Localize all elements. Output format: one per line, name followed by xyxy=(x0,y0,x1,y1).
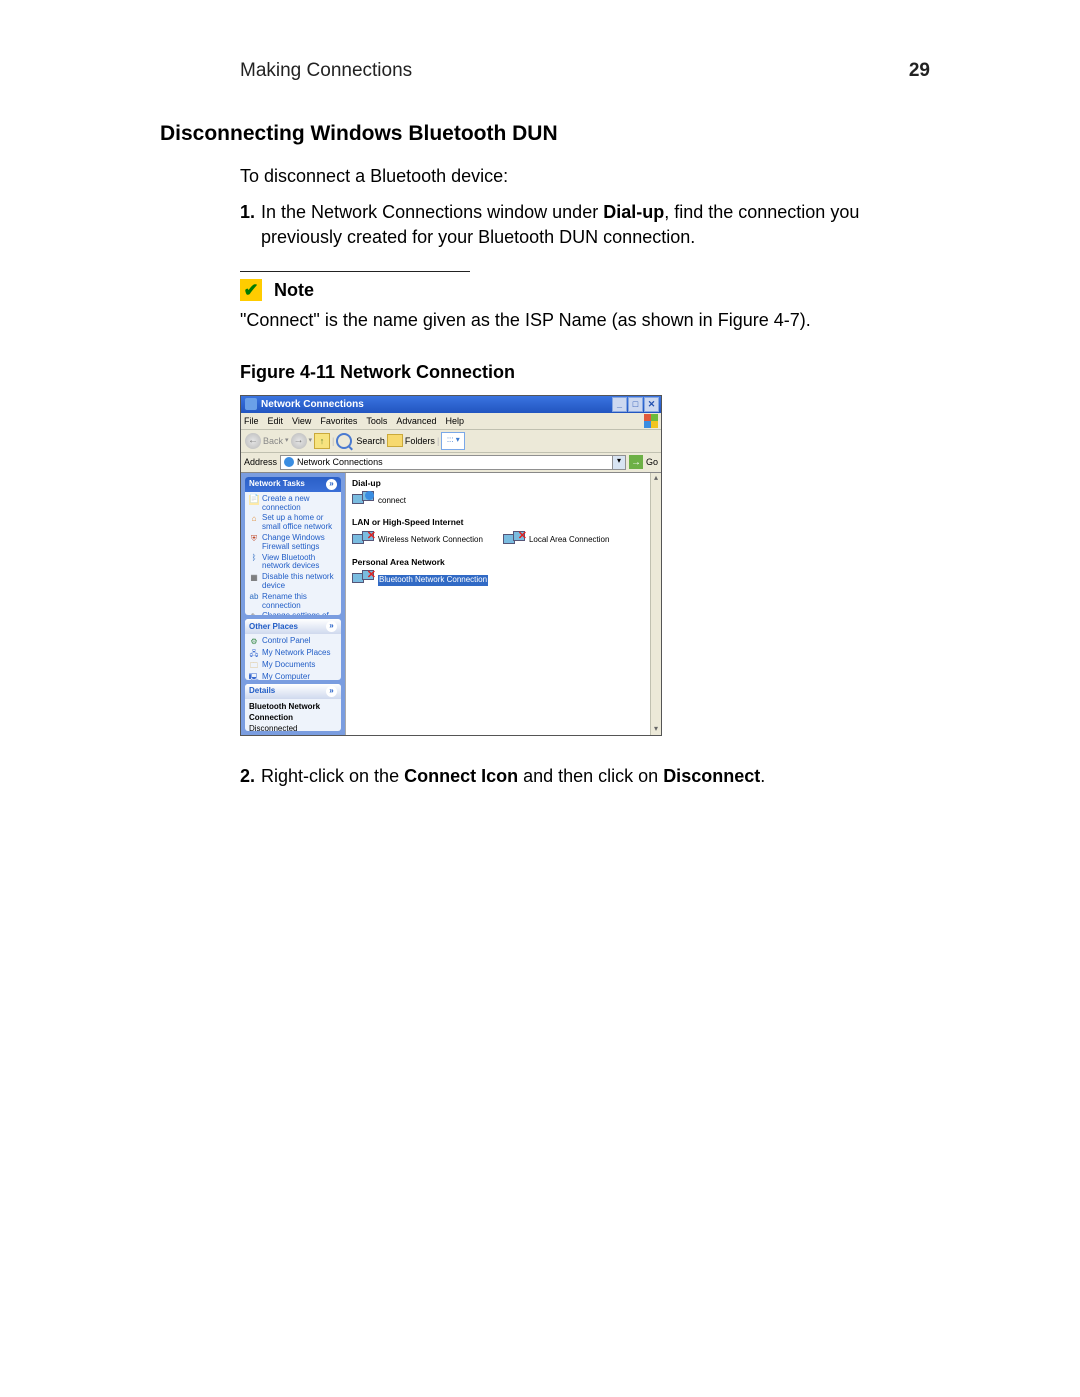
document-page: Making Connections 29 Disconnecting Wind… xyxy=(0,0,1080,1397)
collapse-icon: » xyxy=(326,479,337,490)
scrollbar[interactable]: ▴▾ xyxy=(650,473,661,735)
back-button[interactable]: ← Back ▾ xyxy=(245,433,289,449)
panel-header-tasks[interactable]: Network Tasks » xyxy=(245,477,341,492)
details-name: Bluetooth Network Connection xyxy=(249,702,337,724)
back-arrow-icon: ← xyxy=(245,433,261,449)
note-header: ✔ Note xyxy=(240,278,930,302)
menu-edit[interactable]: Edit xyxy=(268,415,284,427)
up-button[interactable]: ↑ xyxy=(314,433,330,449)
address-dropdown[interactable]: ▾ xyxy=(612,456,625,469)
note-label: Note xyxy=(274,278,314,302)
menu-view[interactable]: View xyxy=(292,415,311,427)
panel-details: Details » Bluetooth Network Connection D… xyxy=(245,684,341,731)
page-header: Making Connections 29 xyxy=(160,60,930,82)
menu-file[interactable]: File xyxy=(244,415,259,427)
check-icon: ✔ xyxy=(240,279,262,301)
intro-text: To disconnect a Bluetooth device: xyxy=(240,164,930,188)
group-dialup-header: Dial-up xyxy=(352,478,655,489)
panel-network-tasks: Network Tasks » 📄Create a new connection… xyxy=(245,477,341,616)
window-titlebar[interactable]: Network Connections _ □ ✕ xyxy=(241,396,661,413)
place-control-panel[interactable]: ⚙Control Panel xyxy=(249,637,337,647)
place-my-computer[interactable]: 🖳My Computer xyxy=(249,673,337,680)
menu-help[interactable]: Help xyxy=(445,415,464,427)
collapse-icon: » xyxy=(326,621,337,632)
titlebar-icon xyxy=(245,398,257,410)
panel-header-details[interactable]: Details » xyxy=(245,684,341,699)
place-my-network[interactable]: 🖧My Network Places xyxy=(249,649,337,659)
address-input[interactable]: Network Connections ▾ xyxy=(280,455,626,470)
panel-other-places: Other Places » ⚙Control Panel 🖧My Networ… xyxy=(245,619,341,680)
go-button[interactable]: → xyxy=(629,455,643,469)
connection-wireless[interactable]: ✕ Wireless Network Connection xyxy=(352,531,483,551)
connection-bluetooth-pan[interactable]: ✕ Bluetooth Network Connection xyxy=(352,570,488,590)
task-change-settings[interactable]: ✎Change settings of this connection xyxy=(249,612,337,615)
disconnected-x-icon: ✕ xyxy=(367,568,376,583)
task-setup-network[interactable]: ⌂Set up a home or small office network xyxy=(249,514,337,532)
bluetooth-connection-icon: ✕ xyxy=(352,570,374,590)
note-text: "Connect" is the name given as the ISP N… xyxy=(240,308,930,332)
wireless-connection-icon: ✕ xyxy=(352,531,374,551)
task-view-bluetooth[interactable]: ᛒView Bluetooth network devices xyxy=(249,554,337,572)
task-create-connection[interactable]: 📄Create a new connection xyxy=(249,495,337,513)
group-pan-header: Personal Area Network xyxy=(352,557,655,568)
maximize-button[interactable]: □ xyxy=(628,397,643,412)
content-pane: ▴▾ Dial-up connect LAN or High-Speed Int… xyxy=(345,473,661,735)
figure-caption: Figure 4-11 Network Connection xyxy=(240,360,930,384)
tasks-pane: Network Tasks » 📄Create a new connection… xyxy=(241,473,345,735)
page-number: 29 xyxy=(909,60,930,82)
search-icon xyxy=(336,433,352,449)
menu-advanced[interactable]: Advanced xyxy=(396,415,436,427)
connection-local-area[interactable]: ✕ Local Area Connection xyxy=(503,531,610,551)
forward-button[interactable]: → ▾ xyxy=(291,433,313,449)
window-body: Network Tasks » 📄Create a new connection… xyxy=(241,473,661,735)
step-2: 2. Right-click on the Connect Icon and t… xyxy=(240,764,930,788)
chapter-title: Making Connections xyxy=(160,60,412,82)
disconnected-x-icon: ✕ xyxy=(367,529,376,544)
address-bar: Address Network Connections ▾ → Go xyxy=(241,453,661,473)
group-lan-header: LAN or High-Speed Internet xyxy=(352,517,655,528)
search-button[interactable]: Search xyxy=(336,433,385,449)
collapse-icon: » xyxy=(326,686,337,697)
lan-connection-icon: ✕ xyxy=(503,531,525,551)
note-divider xyxy=(240,271,470,272)
windows-logo-icon xyxy=(644,414,658,428)
close-button[interactable]: ✕ xyxy=(644,397,659,412)
task-rename[interactable]: abRename this connection xyxy=(249,593,337,611)
folders-button[interactable]: Folders xyxy=(387,434,435,447)
dun-connection-icon xyxy=(352,491,374,511)
step-1: 1. In the Network Connections window und… xyxy=(240,200,930,249)
minimize-button[interactable]: _ xyxy=(612,397,627,412)
globe-icon xyxy=(284,457,294,467)
window-title: Network Connections xyxy=(261,398,364,412)
connection-connect[interactable]: connect xyxy=(352,491,406,511)
section-heading: Disconnecting Windows Bluetooth DUN xyxy=(160,122,930,146)
menu-favorites[interactable]: Favorites xyxy=(320,415,357,427)
menu-tools[interactable]: Tools xyxy=(366,415,387,427)
address-label: Address xyxy=(244,456,277,468)
figure-window: Network Connections _ □ ✕ File Edit View… xyxy=(240,395,662,736)
task-disable-device[interactable]: ▦Disable this network device xyxy=(249,573,337,591)
details-status: Disconnected xyxy=(249,724,337,731)
folder-icon xyxy=(387,434,403,447)
toolbar: ← Back ▾ → ▾ ↑ | Search Folders xyxy=(241,430,661,453)
place-my-documents[interactable]: 🗀My Documents xyxy=(249,661,337,671)
forward-arrow-icon: → xyxy=(291,433,307,449)
disconnected-x-icon: ✕ xyxy=(518,529,527,544)
section-body: To disconnect a Bluetooth device: 1. In … xyxy=(160,164,930,788)
menubar: File Edit View Favorites Tools Advanced … xyxy=(241,413,661,430)
task-firewall-settings[interactable]: ⛨Change Windows Firewall settings xyxy=(249,534,337,552)
panel-header-places[interactable]: Other Places » xyxy=(245,619,341,634)
views-button[interactable]: ::: ▾ xyxy=(441,432,465,450)
